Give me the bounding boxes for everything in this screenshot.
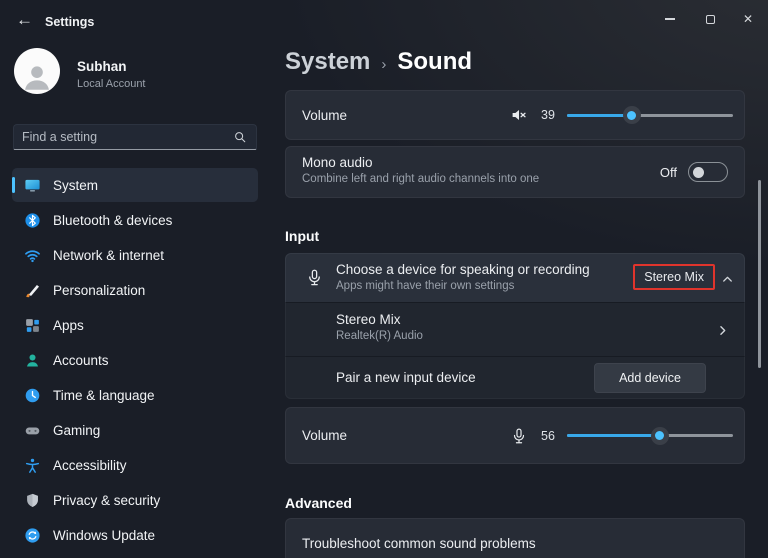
- microphone-icon[interactable]: [510, 427, 528, 445]
- bluetooth-icon: [25, 212, 40, 228]
- sidebar-item-personalization[interactable]: Personalization: [12, 273, 258, 307]
- sidebar-item-label: Bluetooth & devices: [53, 212, 173, 228]
- input-device-name: Stereo Mix: [336, 312, 401, 327]
- sidebar-item-label: Time & language: [53, 387, 155, 403]
- troubleshoot-row[interactable]: Troubleshoot common sound problems: [285, 518, 745, 558]
- input-volume-value: 56: [541, 428, 555, 443]
- troubleshoot-label: Troubleshoot common sound problems: [302, 536, 536, 551]
- breadcrumb-parent[interactable]: System: [285, 48, 370, 76]
- microphone-icon: [309, 269, 320, 286]
- output-volume-card: Volume 39: [285, 90, 745, 140]
- person-icon: [25, 66, 49, 90]
- wifi-icon: [25, 249, 40, 262]
- maximize-button[interactable]: [693, 6, 727, 32]
- output-volume-slider[interactable]: [567, 106, 733, 124]
- choose-device-title: Choose a device for speaking or recordin…: [336, 262, 590, 277]
- sidebar-item-windows-update[interactable]: Windows Update: [12, 518, 258, 552]
- advanced-section-heading: Advanced: [285, 495, 352, 511]
- minimize-icon: [665, 18, 675, 20]
- user-name: Subhan: [77, 59, 127, 74]
- system-icon: [25, 179, 40, 191]
- update-refresh-icon: [25, 527, 40, 543]
- search-icon[interactable]: [233, 130, 247, 144]
- sidebar-item-privacy-security[interactable]: Privacy & security: [12, 483, 258, 517]
- input-section-heading: Input: [285, 228, 320, 244]
- sidebar-item-accessibility[interactable]: Accessibility: [12, 448, 258, 482]
- search-box[interactable]: [13, 124, 257, 150]
- sidebar-item-label: Personalization: [53, 282, 146, 298]
- mono-audio-toggle[interactable]: [688, 162, 728, 182]
- sidebar-item-label: Windows Update: [53, 527, 156, 543]
- vertical-scrollbar[interactable]: [758, 180, 761, 368]
- mono-audio-subtitle: Combine left and right audio channels in…: [302, 173, 540, 185]
- output-volume-label: Volume: [302, 107, 348, 123]
- clock-globe-icon: [25, 388, 40, 402]
- input-device-description: Realtek(R) Audio: [336, 330, 423, 342]
- sidebar-item-label: Accessibility: [53, 457, 127, 473]
- close-icon: ✕: [742, 12, 754, 26]
- pair-device-label: Pair a new input device: [336, 370, 476, 385]
- accessibility-person-icon: [25, 458, 40, 473]
- pair-input-device-row: Pair a new input device Add device: [285, 357, 745, 399]
- mono-audio-card: Mono audio Combine left and right audio …: [285, 146, 745, 198]
- sidebar-item-system[interactable]: System: [12, 168, 258, 202]
- gamepad-icon: [25, 427, 40, 434]
- close-button[interactable]: ✕: [731, 6, 765, 32]
- sidebar-item-label: Apps: [53, 317, 84, 333]
- slider-fill: [567, 434, 660, 438]
- toggle-knob: [693, 166, 704, 178]
- sidebar-item-accounts[interactable]: Accounts: [12, 343, 258, 377]
- sidebar-item-label: Network & internet: [53, 247, 165, 263]
- input-volume-card: Volume 56: [285, 407, 745, 464]
- chevron-up-icon[interactable]: [720, 272, 735, 287]
- breadcrumb-separator-icon: ›: [381, 56, 387, 73]
- chevron-right-icon[interactable]: [715, 323, 730, 338]
- apps-icon: [26, 318, 39, 332]
- sidebar-item-apps[interactable]: Apps: [12, 308, 258, 342]
- selected-input-device-highlighted[interactable]: Stereo Mix: [633, 264, 715, 290]
- back-button[interactable]: ←: [16, 10, 33, 30]
- sidebar-item-label: Gaming: [53, 422, 101, 438]
- avatar[interactable]: [14, 48, 60, 94]
- slider-thumb[interactable]: [622, 106, 641, 124]
- shield-icon: [27, 493, 38, 507]
- sidebar-item-label: Accounts: [53, 352, 109, 368]
- input-device-item-row[interactable]: Stereo Mix Realtek(R) Audio: [285, 303, 745, 357]
- page-title: Sound: [397, 48, 473, 75]
- account-person-icon: [27, 353, 38, 367]
- sidebar-item-label: Privacy & security: [53, 492, 161, 508]
- user-account-type: Local Account: [77, 78, 146, 90]
- mono-audio-state-label: Off: [659, 164, 677, 180]
- sidebar-item-gaming[interactable]: Gaming: [12, 413, 258, 447]
- input-volume-slider[interactable]: [567, 426, 733, 445]
- input-volume-label: Volume: [302, 428, 348, 443]
- search-input[interactable]: [14, 130, 233, 144]
- sidebar-nav: System Bluetooth & devices Network & int…: [12, 168, 258, 553]
- add-device-button[interactable]: Add device: [594, 363, 706, 393]
- choose-device-subtitle: Apps might have their own settings: [336, 280, 515, 292]
- muted-speaker-icon[interactable]: [510, 106, 528, 124]
- input-device-group: Choose a device for speaking or recordin…: [285, 253, 745, 399]
- choose-input-device-row[interactable]: Choose a device for speaking or recordin…: [285, 253, 745, 303]
- sidebar-item-bluetooth-devices[interactable]: Bluetooth & devices: [12, 203, 258, 237]
- maximize-icon: [705, 14, 715, 24]
- paintbrush-icon: [26, 284, 40, 297]
- minimize-button[interactable]: [653, 6, 687, 32]
- mono-audio-title: Mono audio: [302, 155, 373, 170]
- sidebar-item-label: System: [53, 177, 99, 193]
- slider-thumb[interactable]: [650, 426, 669, 445]
- breadcrumb: System › Sound: [285, 48, 472, 76]
- sidebar-item-time-language[interactable]: Time & language: [12, 378, 258, 412]
- output-volume-value: 39: [541, 108, 555, 122]
- sidebar-item-network-internet[interactable]: Network & internet: [12, 238, 258, 272]
- app-title: Settings: [45, 15, 95, 29]
